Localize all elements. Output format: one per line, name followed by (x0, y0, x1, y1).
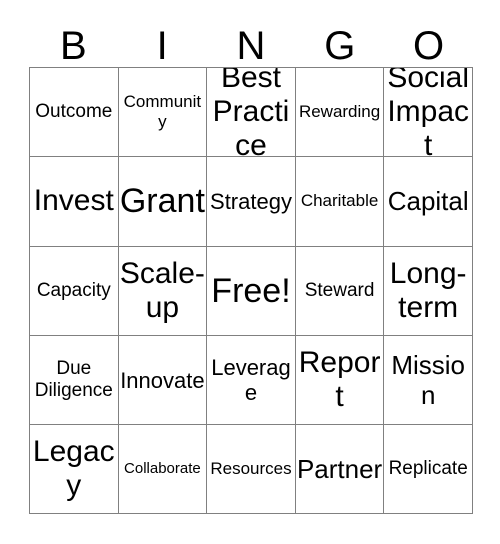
bingo-cell-label: Innovate (120, 367, 205, 393)
bingo-cell-label: Community (123, 92, 202, 132)
bingo-header: B I N G O (29, 20, 473, 67)
bingo-cell[interactable]: Rewarding (295, 68, 385, 158)
bingo-cell-label: Outcome (35, 101, 113, 123)
bingo-cell[interactable]: Grant (118, 157, 208, 247)
bingo-cell[interactable]: Steward (295, 246, 385, 336)
bingo-row: Capacity Scale-up Free! Steward Long-ter… (30, 246, 473, 336)
bingo-cell-label: Strategy (210, 188, 292, 214)
header-letter-b: B (60, 24, 87, 68)
bingo-cell-label: Invest (33, 184, 114, 218)
bingo-cell-label: Leverage (211, 355, 291, 406)
header-letter-n: N (236, 24, 266, 68)
bingo-cell-label: Free! (211, 271, 291, 310)
bingo-cell-label: Rewarding (298, 102, 381, 122)
header-letter-i: I (156, 24, 168, 68)
bingo-cell-label: Partner (296, 454, 383, 485)
bingo-cell-free[interactable]: Free! (207, 246, 296, 336)
bingo-cell-label: Legacy (32, 435, 115, 503)
bingo-cell[interactable]: Capacity (30, 246, 119, 336)
bingo-cell[interactable]: Capital (384, 157, 473, 247)
bingo-cell-label: Grant (119, 182, 205, 221)
bingo-cell-label: Capital (387, 186, 469, 217)
bingo-grid: Outcome Community Best Practice Rewardin… (29, 67, 473, 515)
bingo-cell-label: Mission (391, 350, 465, 411)
header-letter-o: O (413, 24, 445, 68)
bingo-cell[interactable]: Replicate (384, 425, 473, 515)
bingo-cell[interactable]: Partner (295, 425, 385, 515)
bingo-cell[interactable]: Due Diligence (30, 335, 119, 426)
bingo-cell[interactable]: Outcome (30, 68, 119, 158)
bingo-cell-label: Replicate (388, 458, 468, 480)
bingo-cell[interactable]: Report (295, 335, 385, 426)
bingo-cell[interactable]: Scale-up (118, 246, 208, 336)
bingo-cell[interactable]: Social Impact (384, 68, 473, 158)
bingo-cell[interactable]: Charitable (295, 157, 385, 247)
bingo-cell-label: Long-term (389, 256, 467, 324)
bingo-cell[interactable]: Long-term (384, 246, 473, 336)
bingo-card: B I N G O Outcome Community Best Practic… (29, 20, 473, 515)
bingo-cell-label: Charitable (300, 191, 379, 211)
bingo-cell[interactable]: Resources (207, 425, 296, 515)
bingo-cell[interactable]: Leverage (207, 335, 296, 426)
bingo-row: Invest Grant Strategy Charitable Capital (30, 157, 473, 247)
bingo-row: Outcome Community Best Practice Rewardin… (30, 68, 473, 158)
bingo-cell[interactable]: Invest (30, 157, 119, 247)
bingo-cell-label: Social Impact (387, 68, 470, 158)
bingo-cell-label: Report (298, 346, 381, 414)
bingo-cell[interactable]: Legacy (30, 425, 119, 515)
bingo-cell[interactable]: Strategy (207, 157, 296, 247)
bingo-cell[interactable]: Innovate (118, 335, 208, 426)
bingo-cell-label: Due Diligence (34, 358, 113, 402)
bingo-cell-label: Scale-up (119, 256, 205, 324)
bingo-cell[interactable]: Mission (384, 335, 473, 426)
bingo-row: Legacy Collaborate Resources Partner Rep… (30, 425, 473, 515)
bingo-cell-label: Capacity (36, 279, 111, 301)
bingo-cell[interactable]: Collaborate (118, 425, 208, 515)
bingo-cell-label: Best Practice (212, 68, 290, 158)
bingo-row: Due Diligence Innovate Leverage Report M… (30, 335, 473, 426)
bingo-cell-label: Resources (210, 459, 292, 479)
bingo-cell[interactable]: Best Practice (207, 68, 296, 158)
bingo-cell[interactable]: Community (118, 68, 208, 158)
header-letter-g: G (324, 24, 356, 68)
bingo-cell-label: Collaborate (124, 460, 201, 478)
bingo-cell-label: Steward (304, 279, 375, 301)
